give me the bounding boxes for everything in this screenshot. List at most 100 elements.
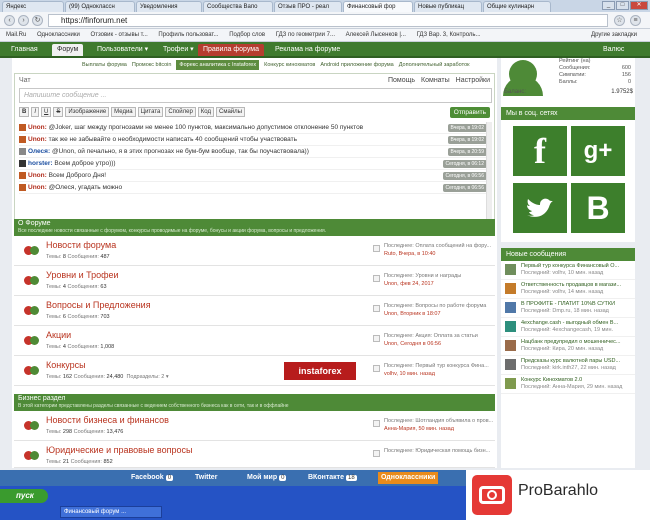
browser-tab[interactable]: Яндекс	[2, 1, 64, 12]
forum-last-post[interactable]: Последнее: Уровни и награды Unon, фев 24,…	[384, 272, 494, 288]
share-facebook-button[interactable]: Facebook 0	[128, 472, 176, 484]
nav-ads[interactable]: Реклама на форуме	[270, 44, 345, 56]
minimize-icon[interactable]: _	[602, 1, 615, 10]
new-post-item[interactable]: Первый тур конкурса Финансовый О... После…	[501, 261, 635, 280]
new-post-item[interactable]: В ПРОФИТЕ - ПЛАТИТ 10%В СУТКИ Последний: …	[501, 299, 635, 318]
new-post-item[interactable]: Конкурс Кинохматов 2.0 Последний: Анна-Ма…	[501, 375, 635, 394]
bookmark[interactable]: Одноклассники	[37, 32, 80, 38]
bookmark[interactable]: Подбор слов	[229, 32, 265, 38]
category-header[interactable]: О Форуме Все последние новости связанные…	[14, 219, 495, 236]
chat-help-link[interactable]: Помощь	[388, 77, 415, 84]
star-icon[interactable]: ☆	[614, 15, 625, 26]
new-post-item[interactable]: Ответственность продавцов в магази... Пос…	[501, 280, 635, 299]
start-button[interactable]: пуск	[0, 489, 48, 503]
maximize-icon[interactable]: □	[616, 1, 629, 10]
url-field[interactable]: https://finforum.net	[48, 14, 608, 27]
vkontakte-icon[interactable]: B	[571, 183, 625, 233]
forum-last-post[interactable]: Последнее: Юридическая помощь бизн...	[384, 447, 494, 455]
forum-last-post[interactable]: Последнее: Оплата сообщений на фору... Ru…	[384, 242, 494, 258]
forum-title[interactable]: Юридические и правовые вопросы	[46, 445, 192, 455]
category-title[interactable]: О Форуме	[18, 220, 51, 227]
browser-tab[interactable]: Новые публикац	[414, 1, 482, 12]
bookmark-other[interactable]: Другие закладки	[591, 29, 637, 41]
nav-home[interactable]: Главная	[6, 44, 43, 56]
nav-users[interactable]: Пользователи ▾	[92, 44, 153, 56]
forum-last-post[interactable]: Последнее: Первый тур конкурса Фина... vo…	[384, 362, 494, 378]
taskbar-window[interactable]: Финансовый форум ...	[60, 506, 162, 518]
browser-tab-active[interactable]: Финансовый фор	[343, 1, 413, 12]
underline-button[interactable]: U	[41, 107, 52, 117]
forum-last-post[interactable]: Последнее: Акция: Оплата за статьи Unon, …	[384, 332, 494, 348]
subnav-item[interactable]: Дополнительный заработок	[399, 60, 470, 70]
image-button[interactable]: Изображение	[65, 107, 110, 117]
chat-message-input[interactable]: Напишите сообщение ...	[19, 88, 492, 103]
send-button[interactable]: Отправить	[449, 107, 490, 118]
instaforex-banner[interactable]: instaforex	[284, 362, 356, 380]
share-moimir-button[interactable]: Мой мир 0	[244, 472, 289, 484]
new-post-item[interactable]: 4exchange.cash - выгодный обмен В... Посл…	[501, 318, 635, 337]
forum-title[interactable]: Новости форума	[46, 240, 116, 250]
close-icon[interactable]: ✕	[630, 1, 648, 10]
chat-user[interactable]: horster:	[28, 160, 53, 167]
forum-title[interactable]: Вопросы и Предложения	[46, 300, 151, 310]
bookmark[interactable]: ГДЗ по геометрии 7...	[276, 32, 335, 38]
nav-user[interactable]: Валюс	[598, 44, 629, 56]
forum-title[interactable]: Новости бизнеса и финансов	[46, 415, 169, 425]
rss-icon[interactable]	[373, 275, 380, 282]
nav-forum[interactable]: Форум	[52, 44, 84, 56]
share-twitter-button[interactable]: Twitter	[192, 472, 220, 484]
forum-title[interactable]: Уровни и Трофеи	[46, 270, 119, 280]
spoiler-button[interactable]: Спойлер	[165, 107, 196, 117]
browser-tab[interactable]: Отзыв ПРО - реал	[274, 1, 342, 12]
nav-trophies[interactable]: Трофеи ▾	[158, 44, 199, 56]
chat-user[interactable]: Unon:	[28, 136, 47, 143]
share-vkontakte-button[interactable]: ВКонтакте 18	[305, 472, 360, 484]
media-button[interactable]: Медиа	[111, 107, 136, 117]
forum-last-post[interactable]: Последнее: Шотландия объявила о пров... А…	[384, 417, 494, 433]
rss-icon[interactable]	[373, 420, 380, 427]
bookmark[interactable]: Отзовик - отзывы т...	[91, 32, 148, 38]
chat-scrollbar[interactable]	[486, 122, 492, 230]
chat-user[interactable]: Олеся:	[28, 148, 50, 155]
menu-icon[interactable]: ≡	[630, 15, 641, 26]
subnav-item-active[interactable]: Форекс аналитика с Instaforex	[176, 60, 260, 70]
new-post-item[interactable]: Предсказы курс валютной пары USD... После…	[501, 356, 635, 375]
rss-icon[interactable]	[373, 365, 380, 372]
bookmark[interactable]: ГДЗ Вар. 3, Контроль...	[417, 32, 481, 38]
nav-rules[interactable]: Правила форума	[198, 44, 264, 56]
forum-last-post[interactable]: Последнее: Вопросы по работе форума Unon,…	[384, 302, 494, 318]
bookmark[interactable]: Профиль пользоват...	[158, 32, 218, 38]
twitter-icon[interactable]	[513, 183, 567, 233]
browser-tab[interactable]: (99) Одноклассн	[65, 1, 135, 12]
chat-settings-link[interactable]: Настройки	[456, 77, 490, 84]
subforums-dropdown[interactable]: Подразделы: 2 ▾	[126, 374, 168, 380]
facebook-icon[interactable]: f	[513, 126, 567, 176]
google-plus-icon[interactable]: g+	[571, 126, 625, 176]
browser-tab[interactable]: Общие кулинарн	[483, 1, 551, 12]
chat-user[interactable]: Unon:	[28, 172, 47, 179]
smilies-button[interactable]: Смайлы	[216, 107, 245, 117]
forward-icon[interactable]: ›	[18, 15, 29, 26]
category-header[interactable]: Бизнес раздел В этой категории представл…	[14, 394, 495, 411]
subnav-item[interactable]: Android приложение форума	[320, 60, 393, 70]
rss-icon[interactable]	[373, 450, 380, 457]
back-icon[interactable]: ‹	[4, 15, 15, 26]
chat-user[interactable]: Unon:	[28, 184, 47, 191]
new-post-item[interactable]: Нацбанк предупредил о мошенничес... После…	[501, 337, 635, 356]
browser-tab[interactable]: Уведомления	[136, 1, 202, 12]
rss-icon[interactable]	[373, 335, 380, 342]
chat-rooms-link[interactable]: Комнаты	[421, 77, 450, 84]
bold-button[interactable]: B	[19, 107, 30, 117]
code-button[interactable]: Код	[197, 107, 214, 117]
bookmark[interactable]: Mail.Ru	[6, 32, 26, 38]
italic-button[interactable]: I	[31, 107, 40, 117]
subnav-item[interactable]: Конкурс кинохматов	[264, 60, 315, 70]
strike-button[interactable]: S	[53, 107, 64, 117]
category-title[interactable]: Бизнес раздел	[18, 395, 66, 402]
rss-icon[interactable]	[373, 245, 380, 252]
rss-icon[interactable]	[373, 305, 380, 312]
subnav-item[interactable]: Выплаты форума	[82, 60, 127, 70]
forum-title[interactable]: Конкурсы	[46, 360, 86, 370]
bookmark[interactable]: Алексей Лысенков |...	[346, 32, 406, 38]
subnav-item[interactable]: Промокс bitcoin	[132, 60, 172, 70]
